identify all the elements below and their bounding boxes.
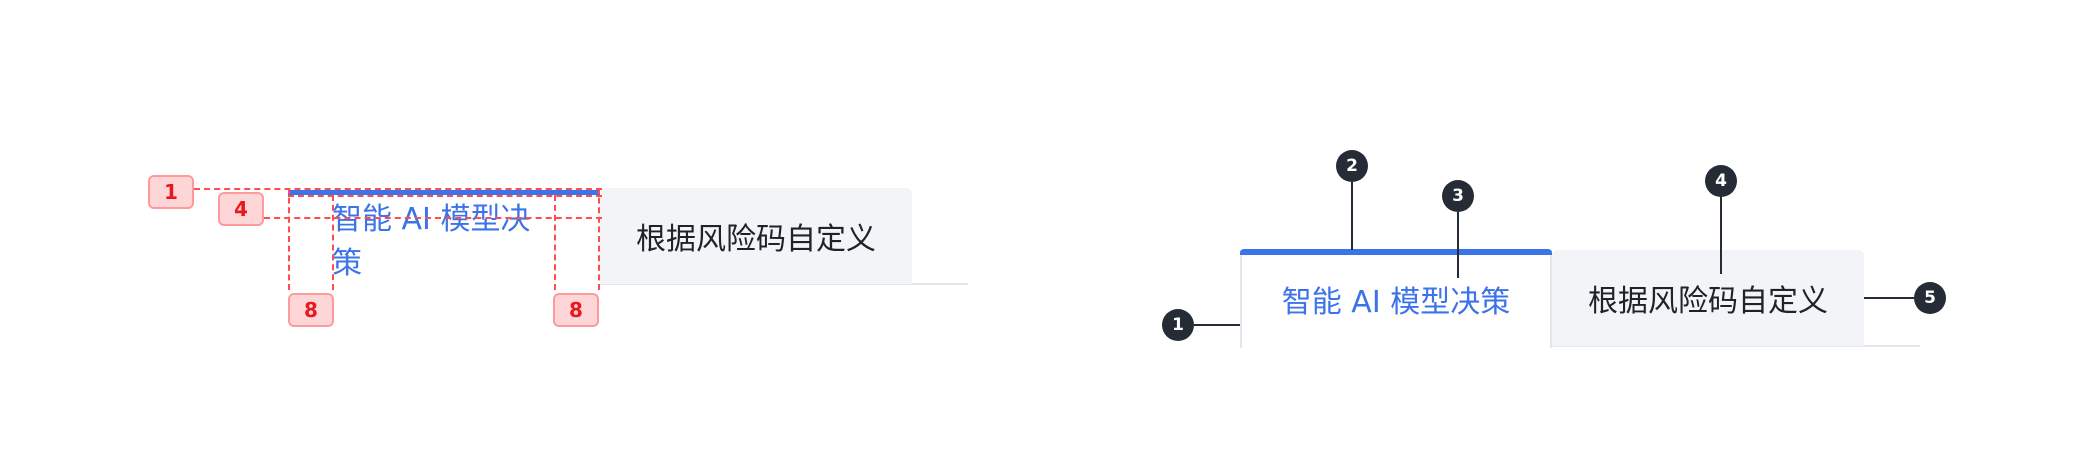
marker-2: 2: [1336, 150, 1368, 182]
marker-5: 5: [1914, 282, 1946, 314]
spec-guide-top: [194, 188, 602, 190]
spec-tag-indicator-height: 1: [148, 175, 194, 209]
marker-4-leader: [1720, 196, 1722, 274]
anatomy-tab-inactive[interactable]: 根据风险码自定义: [1552, 250, 1864, 346]
spec-guide-content-top: [264, 217, 602, 219]
spec-tag-right-padding: 8: [553, 293, 599, 327]
spec-tag-top-gap: 4: [218, 192, 264, 226]
marker-3-leader: [1457, 212, 1459, 278]
spec-guide-left-edge: [288, 188, 290, 290]
marker-2-leader: [1351, 181, 1353, 250]
spec-guide-left-padding: [332, 195, 334, 290]
marker-4: 4: [1705, 165, 1737, 197]
marker-1-leader: [1194, 324, 1240, 326]
anatomy-tab-inactive-label: 根据风险码自定义: [1588, 284, 1828, 319]
anatomy-tab-active[interactable]: 智能 AI 模型决策: [1240, 250, 1552, 348]
anatomy-tab-active-label: 智能 AI 模型决策: [1281, 285, 1511, 320]
marker-3: 3: [1442, 180, 1474, 212]
spec-tab-active-label: 智能 AI 模型决策: [332, 202, 531, 281]
marker-1: 1: [1162, 309, 1194, 341]
spec-guide-right-edge: [598, 188, 600, 290]
spec-tab-inactive: 根据风险码自定义: [600, 188, 912, 284]
spec-tag-left-padding: 8: [288, 293, 334, 327]
anatomy-active-indicator: [1240, 249, 1552, 255]
marker-5-leader: [1864, 297, 1916, 299]
spec-tab-inactive-label: 根据风险码自定义: [636, 222, 876, 257]
spec-guide-right-padding: [554, 195, 556, 290]
